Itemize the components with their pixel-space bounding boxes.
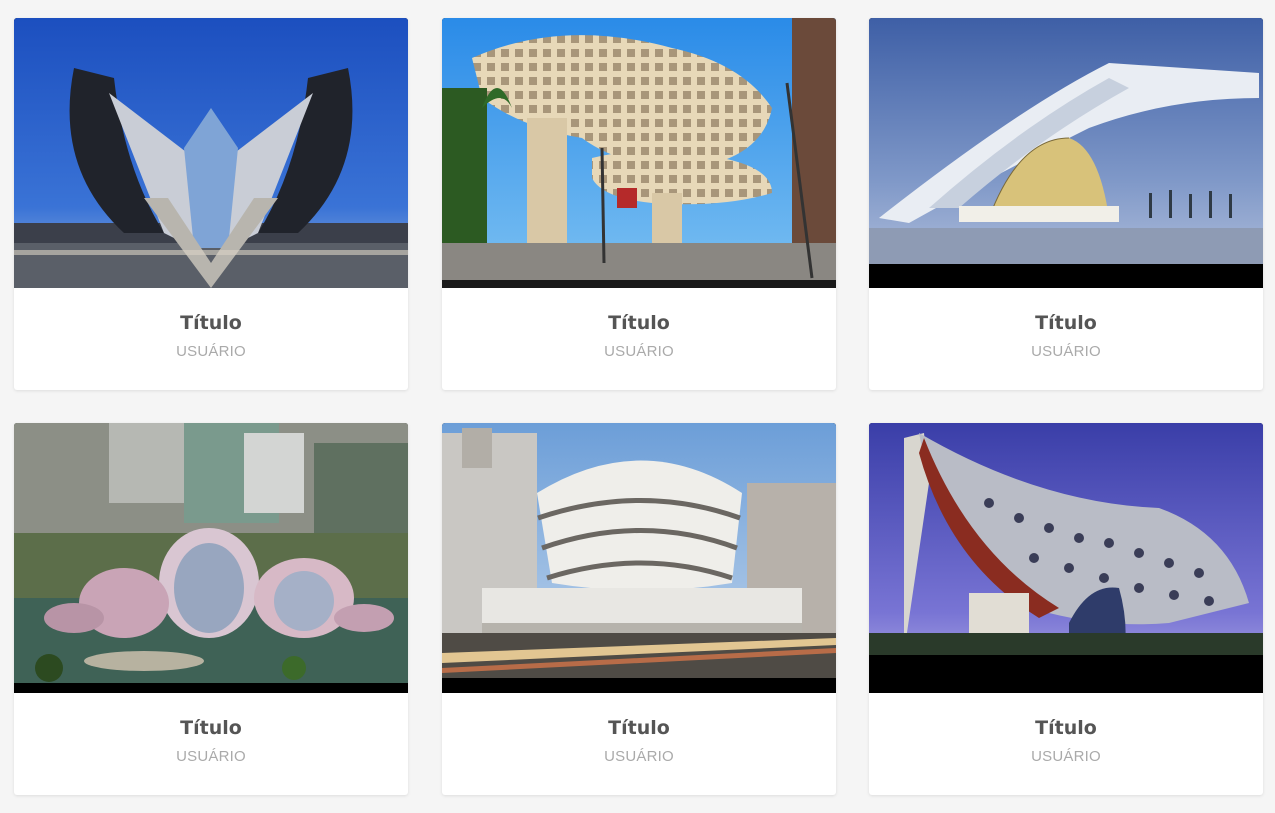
card-title: Título: [180, 717, 242, 739]
project-card[interactable]: Título USUÁRIO: [442, 18, 836, 390]
card-caption: Título USUÁRIO: [442, 693, 836, 795]
card-title: Título: [608, 717, 670, 739]
project-photo: [14, 423, 408, 693]
card-title: Título: [608, 312, 670, 334]
card-title: Título: [180, 312, 242, 334]
project-photo: [869, 423, 1263, 693]
project-image[interactable]: [869, 423, 1263, 693]
card-caption: Título USUÁRIO: [869, 693, 1263, 795]
card-user[interactable]: USUÁRIO: [442, 343, 836, 360]
card-caption: Título USUÁRIO: [442, 288, 836, 390]
card-user[interactable]: USUÁRIO: [869, 748, 1263, 765]
project-photo: [442, 423, 836, 693]
project-image[interactable]: [869, 18, 1263, 288]
project-image[interactable]: [442, 423, 836, 693]
card-user[interactable]: USUÁRIO: [14, 343, 408, 360]
card-caption: Título USUÁRIO: [14, 693, 408, 795]
card-user[interactable]: USUÁRIO: [869, 343, 1263, 360]
card-caption: Título USUÁRIO: [869, 288, 1263, 390]
project-image[interactable]: [442, 18, 836, 288]
card-user[interactable]: USUÁRIO: [442, 748, 836, 765]
project-image[interactable]: [14, 18, 408, 288]
project-card[interactable]: Título USUÁRIO: [442, 423, 836, 795]
project-photo: [442, 18, 836, 288]
project-image[interactable]: [14, 423, 408, 693]
project-card[interactable]: Título USUÁRIO: [14, 18, 408, 390]
project-photo: [869, 18, 1263, 288]
project-card[interactable]: Título USUÁRIO: [869, 18, 1263, 390]
card-user[interactable]: USUÁRIO: [14, 748, 408, 765]
card-title: Título: [1035, 312, 1097, 334]
project-card[interactable]: Título USUÁRIO: [14, 423, 408, 795]
card-caption: Título USUÁRIO: [14, 288, 408, 390]
project-photo: [14, 18, 408, 288]
project-card[interactable]: Título USUÁRIO: [869, 423, 1263, 795]
card-title: Título: [1035, 717, 1097, 739]
project-gallery-grid: Título USUÁRIO Título USUÁRIO Título USU…: [0, 0, 1275, 813]
